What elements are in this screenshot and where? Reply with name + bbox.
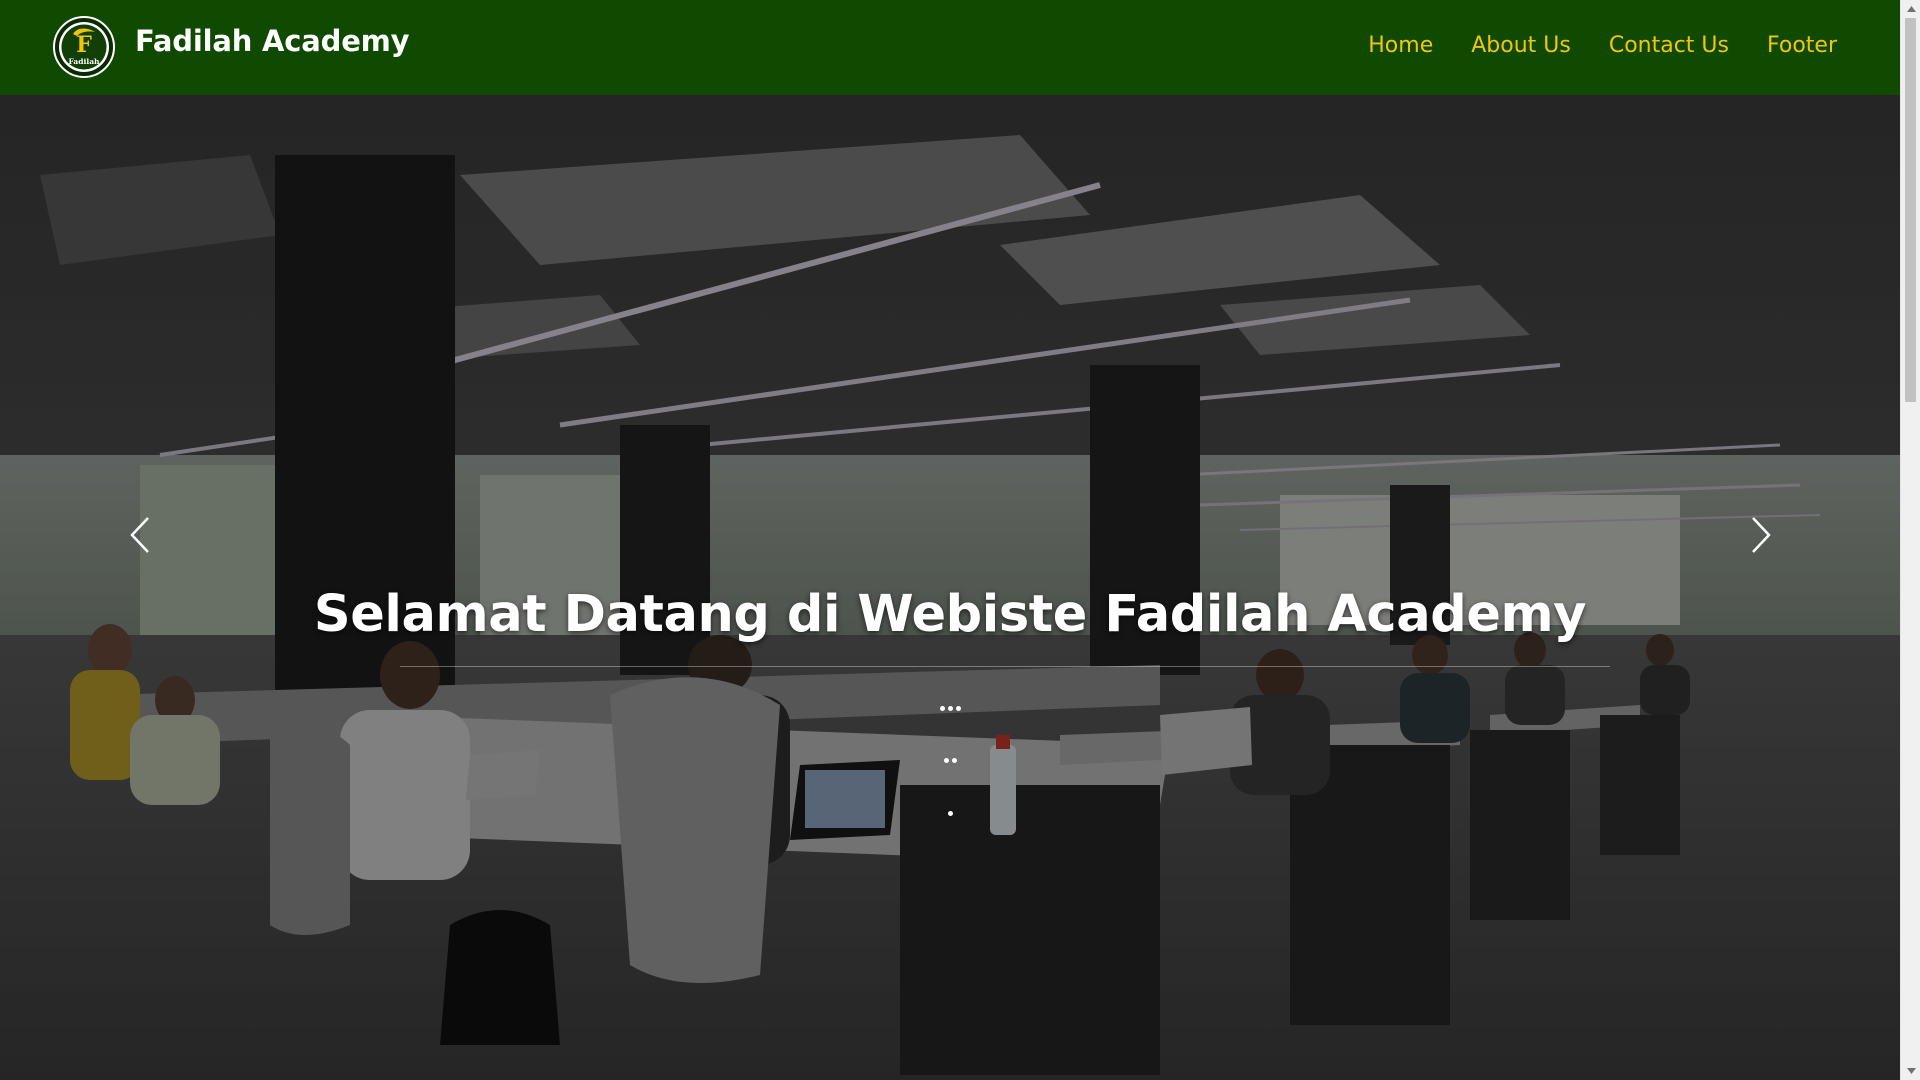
logo-caption: Fadilah	[68, 57, 100, 66]
nav-links: Home About Us Contact Us Footer	[1368, 33, 1837, 58]
carousel-indicator-3[interactable]	[920, 806, 980, 820]
carousel-indicator-1[interactable]	[920, 701, 980, 715]
nav-link-home[interactable]: Home	[1368, 33, 1433, 58]
scroll-up-arrow-icon[interactable]	[1901, 0, 1920, 18]
hero-caption-title: Selamat Datang di Webiste Fadilah Academ…	[313, 585, 1587, 644]
navbar: F Fadilah Fadilah Academy Home About Us …	[0, 0, 1900, 95]
hero-carousel: Selamat Datang di Webiste Fadilah Academ…	[0, 95, 1900, 1080]
scroll-thumb[interactable]	[1905, 18, 1916, 402]
page: F Fadilah Fadilah Academy Home About Us …	[0, 0, 1920, 1080]
brand-name[interactable]: Fadilah Academy	[135, 24, 410, 58]
vertical-scrollbar[interactable]	[1900, 0, 1920, 1080]
carousel-indicator-2[interactable]	[920, 753, 980, 767]
caption-divider	[400, 666, 1610, 667]
nav-link-contact-us[interactable]: Contact Us	[1609, 33, 1729, 58]
nav-link-footer[interactable]: Footer	[1767, 33, 1837, 58]
chevron-left-icon[interactable]	[118, 510, 168, 560]
scroll-down-arrow-icon[interactable]	[1901, 1062, 1920, 1080]
logo-letter: F	[76, 32, 92, 58]
chevron-right-icon[interactable]	[1733, 510, 1783, 560]
nav-link-about-us[interactable]: About Us	[1471, 33, 1571, 58]
academy-logo-icon[interactable]: F Fadilah	[53, 16, 115, 78]
